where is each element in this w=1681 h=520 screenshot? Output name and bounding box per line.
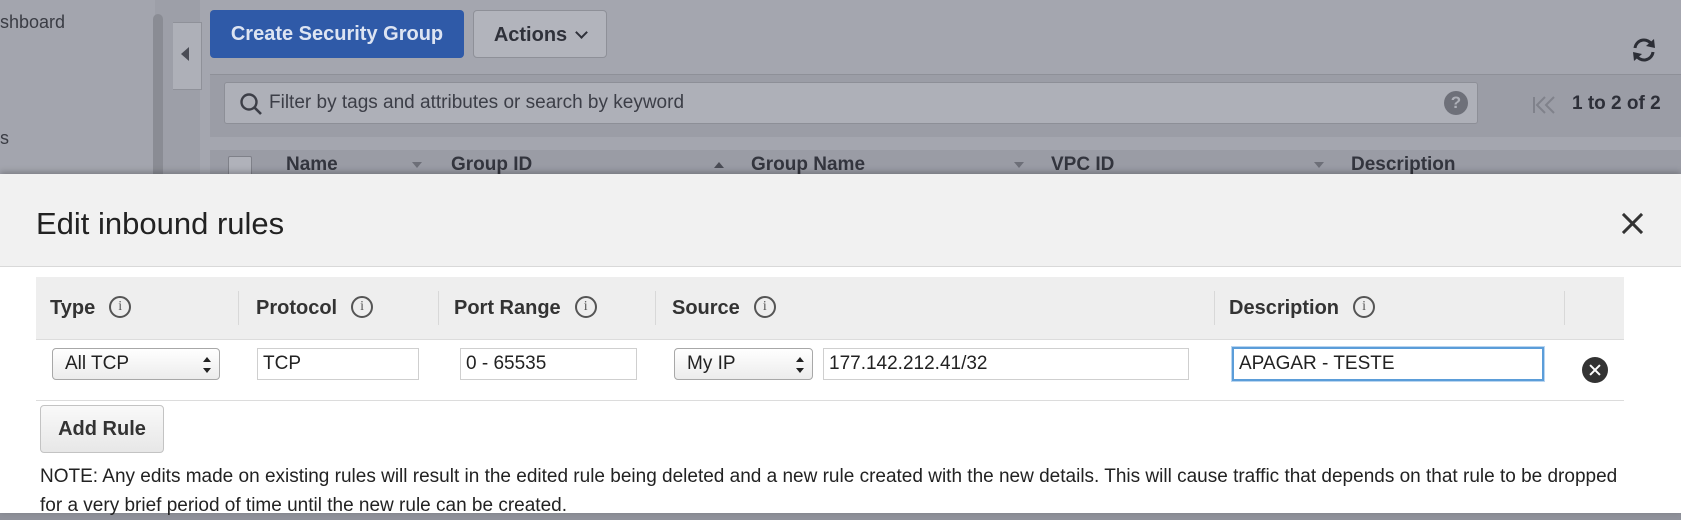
search-input[interactable]: [269, 83, 1419, 123]
header-type: Type i: [50, 277, 132, 339]
remove-rule-icon[interactable]: [1582, 357, 1608, 383]
column-header-group-name[interactable]: Group Name: [751, 154, 865, 176]
column-header-group-id[interactable]: Group ID: [451, 154, 532, 176]
dialog-header: Edit inbound rules: [0, 174, 1681, 267]
chevron-left-icon: [181, 47, 189, 61]
header-source: Source i: [672, 277, 776, 339]
column-header-name[interactable]: Name: [286, 154, 338, 176]
pagination-text: 1 to 2 of 2: [1572, 93, 1661, 114]
close-icon[interactable]: [1619, 210, 1645, 236]
previous-page-icon[interactable]: [1540, 94, 1562, 116]
refresh-icon[interactable]: [1630, 36, 1658, 64]
nav-scrollbar[interactable]: [153, 14, 163, 184]
info-icon[interactable]: i: [351, 295, 374, 318]
info-icon[interactable]: i: [109, 295, 132, 318]
sort-icon[interactable]: [1014, 162, 1024, 168]
header-description: Description i: [1229, 277, 1376, 339]
chevron-down-icon: [575, 26, 589, 39]
column-divider: [1214, 291, 1215, 325]
column-divider: [1564, 291, 1565, 325]
info-icon[interactable]: i: [753, 295, 776, 318]
protocol-field[interactable]: [257, 348, 419, 380]
column-header-vpc-id[interactable]: VPC ID: [1051, 154, 1114, 176]
search-box[interactable]: [224, 82, 1478, 124]
column-divider: [438, 291, 439, 325]
sort-icon[interactable]: [1314, 162, 1324, 168]
select-arrows-icon: [796, 357, 804, 373]
info-icon[interactable]: i: [1353, 295, 1376, 318]
source-cidr-field[interactable]: [823, 348, 1189, 380]
column-divider: [238, 291, 239, 325]
sort-icon[interactable]: [412, 162, 422, 168]
description-field[interactable]: [1232, 347, 1544, 381]
column-header-description[interactable]: Description: [1351, 154, 1456, 176]
select-arrows-icon: [203, 357, 211, 373]
rules-table-header: Type i Protocol i Port Range i Source i Desc…: [36, 277, 1624, 340]
collapse-nav-button[interactable]: [173, 22, 202, 90]
help-icon[interactable]: ?: [1444, 91, 1468, 115]
source-type-select[interactable]: My IP: [674, 348, 813, 380]
add-rule-button[interactable]: Add Rule: [40, 405, 164, 453]
sort-ascending-icon[interactable]: [714, 162, 724, 168]
create-security-group-button[interactable]: Create Security Group: [210, 10, 464, 58]
search-icon: [240, 93, 262, 115]
dialog-title: Edit inbound rules: [36, 206, 285, 241]
port-range-field[interactable]: [460, 348, 637, 380]
actions-label: Actions: [493, 24, 568, 46]
header-port-range: Port Range i: [454, 277, 597, 339]
nav-item-partial[interactable]: s: [0, 128, 9, 149]
column-divider: [655, 291, 656, 325]
actions-dropdown-button[interactable]: Actions: [473, 10, 607, 58]
info-icon[interactable]: i: [574, 295, 597, 318]
type-select[interactable]: All TCP: [52, 348, 220, 380]
nav-item-dashboard[interactable]: shboard: [0, 12, 65, 33]
edit-rules-note: NOTE: Any edits made on existing rules w…: [40, 466, 1618, 516]
header-protocol: Protocol i: [256, 277, 374, 339]
